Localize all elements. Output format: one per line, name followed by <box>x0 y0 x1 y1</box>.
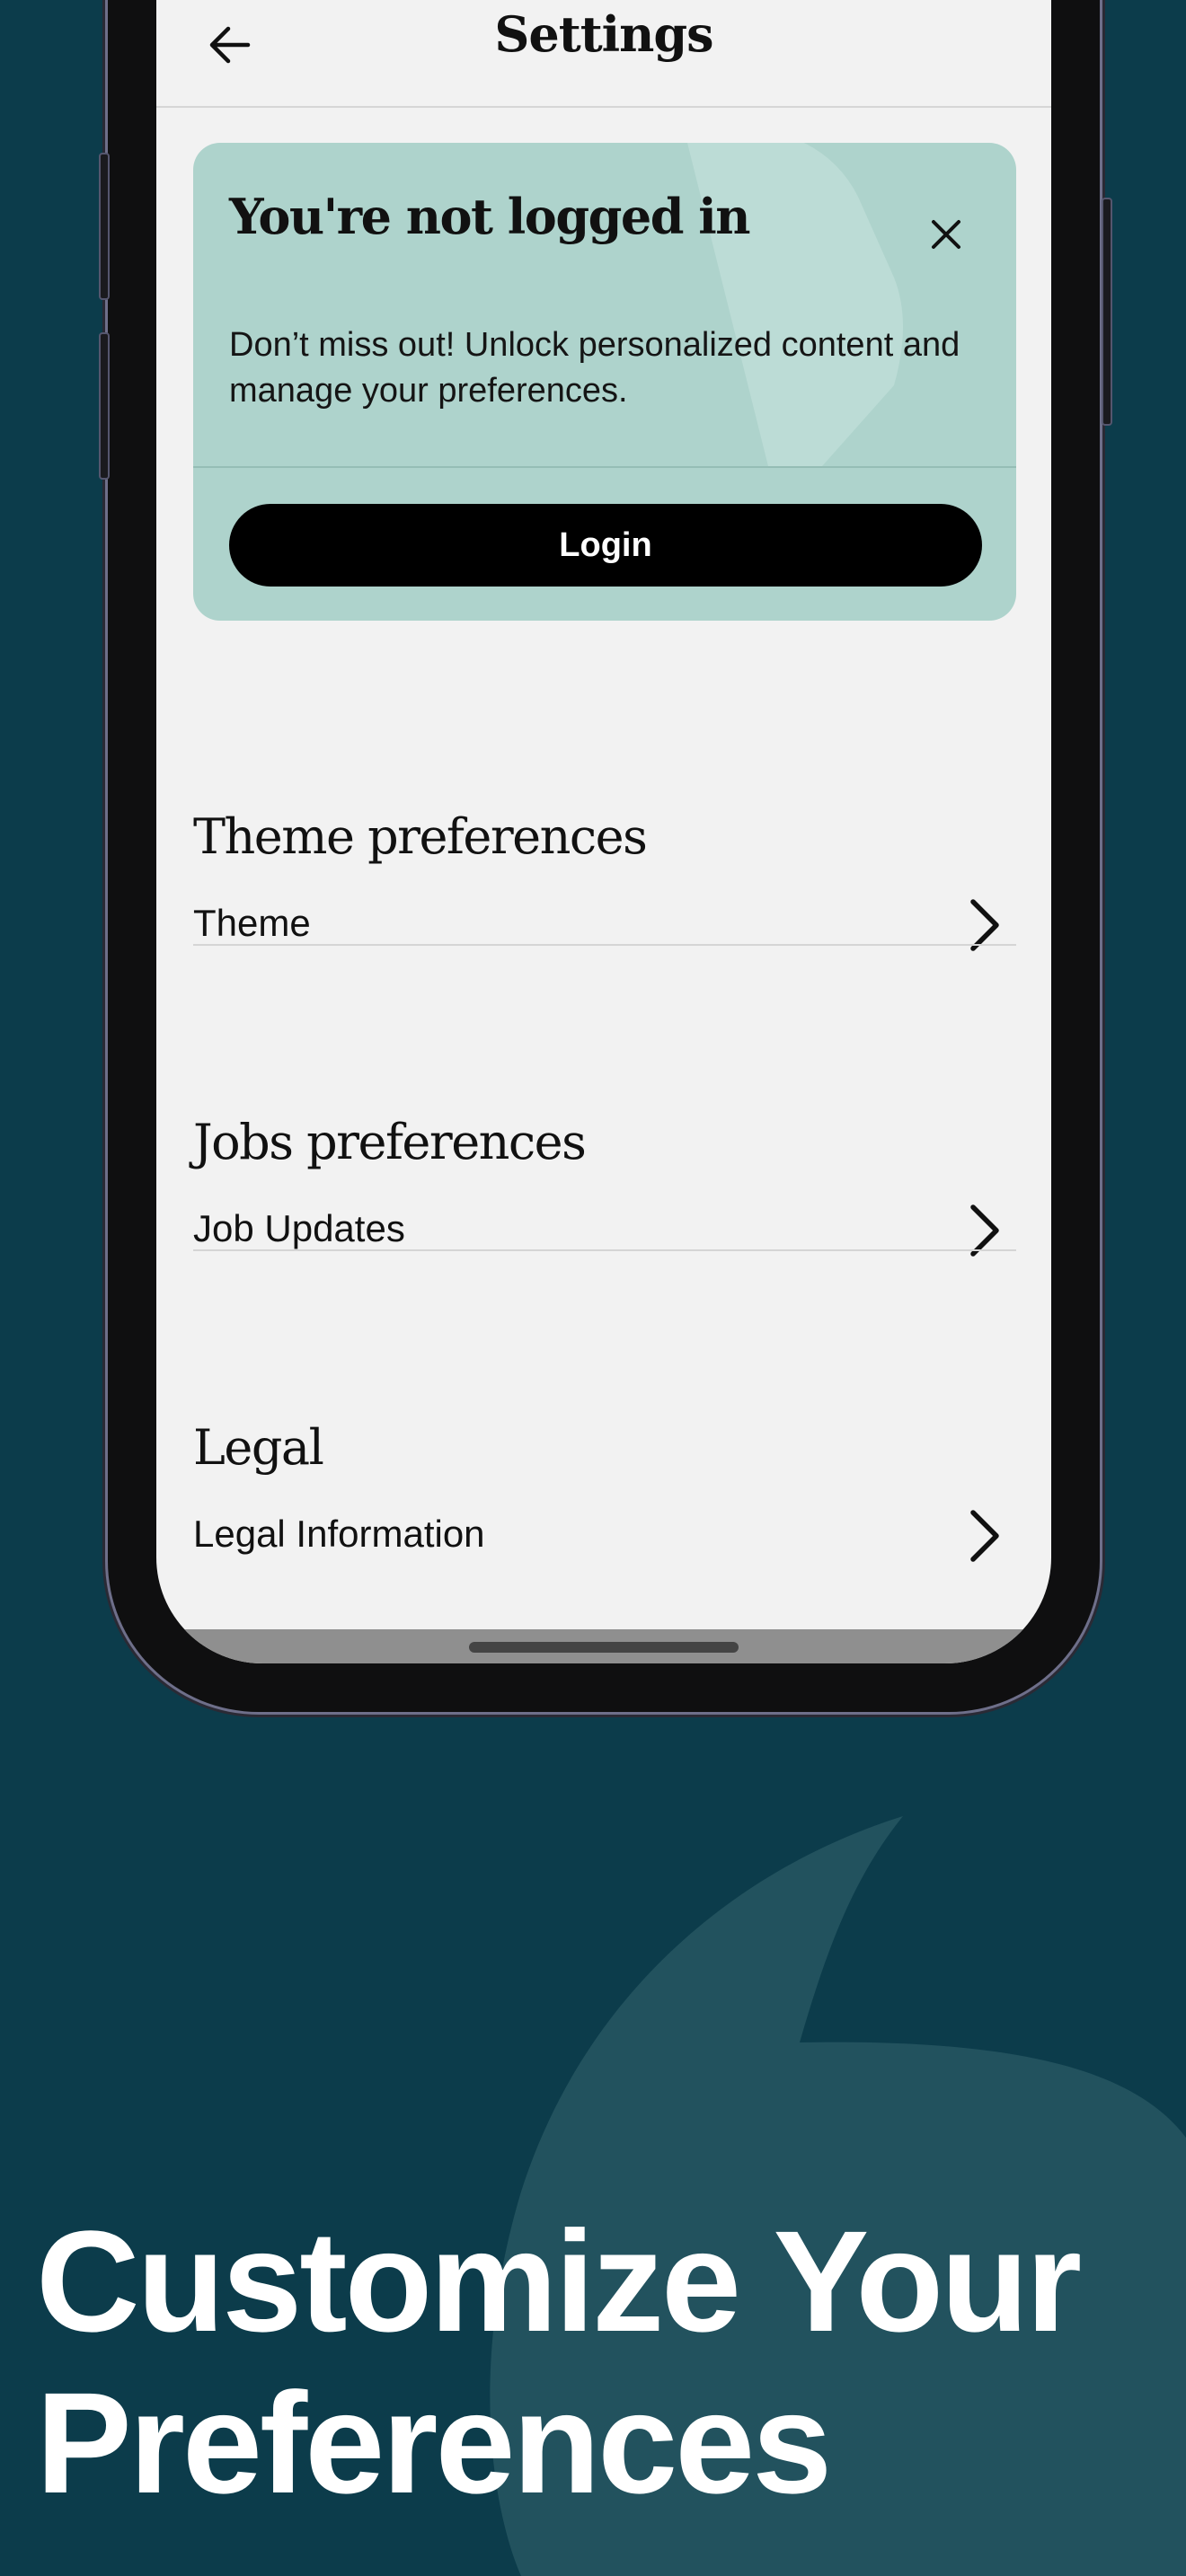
phone-frame: Settings You're not logged in Don’t miss… <box>99 0 1112 1712</box>
home-bar-area <box>156 1629 1051 1663</box>
section-heading-jobs-preferences: Jobs preferences <box>193 1114 587 1170</box>
home-indicator[interactable] <box>469 1642 739 1653</box>
close-button[interactable] <box>919 207 973 261</box>
section-heading-theme-preferences: Theme preferences <box>193 808 648 865</box>
login-button[interactable]: Login <box>229 504 982 587</box>
page-title: Settings <box>494 5 713 63</box>
divider <box>193 944 1016 946</box>
divider <box>193 1249 1016 1251</box>
settings-row-theme[interactable]: Theme <box>193 869 1016 977</box>
section-heading-legal: Legal <box>193 1419 324 1476</box>
row-label: Job Updates <box>193 1207 405 1249</box>
settings-row-legal-information[interactable]: Legal Information <box>193 1480 1016 1588</box>
card-message: Don’t miss out! Unlock personalized cont… <box>229 326 960 410</box>
row-label: Theme <box>193 902 311 944</box>
settings-row-job-updates[interactable]: Job Updates <box>193 1175 1016 1283</box>
row-label: Legal Information <box>193 1513 485 1555</box>
phone-side-button <box>99 153 110 300</box>
phone-side-button <box>99 332 110 480</box>
chevron-right-icon <box>970 1510 999 1562</box>
phone-side-button <box>1102 198 1112 426</box>
login-prompt-card: You're not logged in Don’t miss out! Unl… <box>193 143 1016 621</box>
card-title: You're not logged in <box>229 188 751 245</box>
card-divider <box>193 466 1016 468</box>
headline-line-1: Customize Your <box>36 2201 1082 2361</box>
navigation-bar: Settings <box>156 0 1051 108</box>
marketing-headline: Customize Your Preferences <box>36 2201 1150 2524</box>
app-screen: Settings You're not logged in Don’t miss… <box>156 0 1051 1663</box>
headline-line-2: Preferences <box>36 2362 832 2523</box>
close-icon <box>932 220 960 249</box>
